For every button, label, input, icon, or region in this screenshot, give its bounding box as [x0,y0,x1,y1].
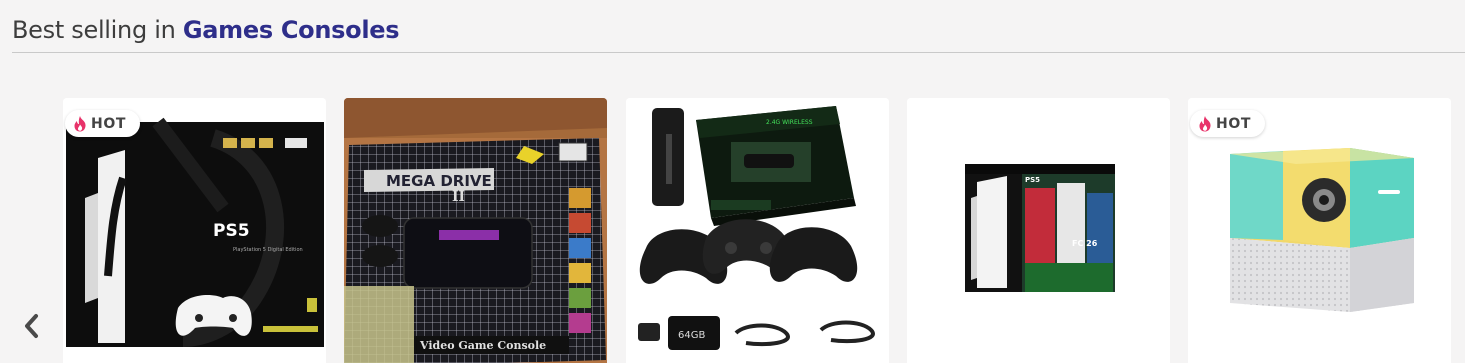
flame-icon [74,116,86,132]
box-brand: PS5 [1025,176,1040,184]
product-card[interactable]: MEGA DRIVE II Video Game Console [344,98,607,363]
product-card[interactable]: 2.4G WIRELESS 64GB [626,98,889,363]
box-brand: PS5 [213,221,250,241]
flame-icon [1199,116,1211,132]
product-card[interactable]: FC 26 PS5 [907,98,1170,363]
hot-badge: HOT [1190,110,1265,137]
carousel-prev-button[interactable] [16,309,46,343]
svg-text:II: II [452,189,465,205]
box-caption: FC 26 [1072,239,1098,248]
product-image[interactable] [1188,98,1451,363]
section-title-prefix: Best selling in [12,16,183,44]
product-carousel: HOT PS5 PlayStation 5 Digital Edition ME… [63,98,1465,363]
section-title: Best selling in Games Consoles [12,16,1465,44]
box-caption: 64GB [678,330,705,341]
box-caption: PlayStation 5 Digital Edition [233,247,303,253]
product-image[interactable]: FC 26 PS5 [907,98,1170,363]
product-image[interactable]: MEGA DRIVE II Video Game Console [344,98,607,363]
product-card[interactable]: HOT [1188,98,1451,363]
hot-badge-label: HOT [1216,115,1251,132]
product-image[interactable]: PS5 PlayStation 5 Digital Edition [63,98,326,363]
chevron-left-icon [25,314,38,338]
product-card[interactable]: HOT PS5 PlayStation 5 Digital Edition [63,98,326,363]
box-brand: 2.4G WIRELESS [766,119,813,126]
section-title-category[interactable]: Games Consoles [183,16,400,44]
section-header: Best selling in Games Consoles [12,16,1465,53]
product-image[interactable]: 2.4G WIRELESS 64GB [626,98,889,363]
box-caption: Video Game Console [419,339,546,352]
hot-badge-label: HOT [91,115,126,132]
hot-badge: HOT [65,110,140,137]
box-brand: MEGA DRIVE [386,172,492,190]
